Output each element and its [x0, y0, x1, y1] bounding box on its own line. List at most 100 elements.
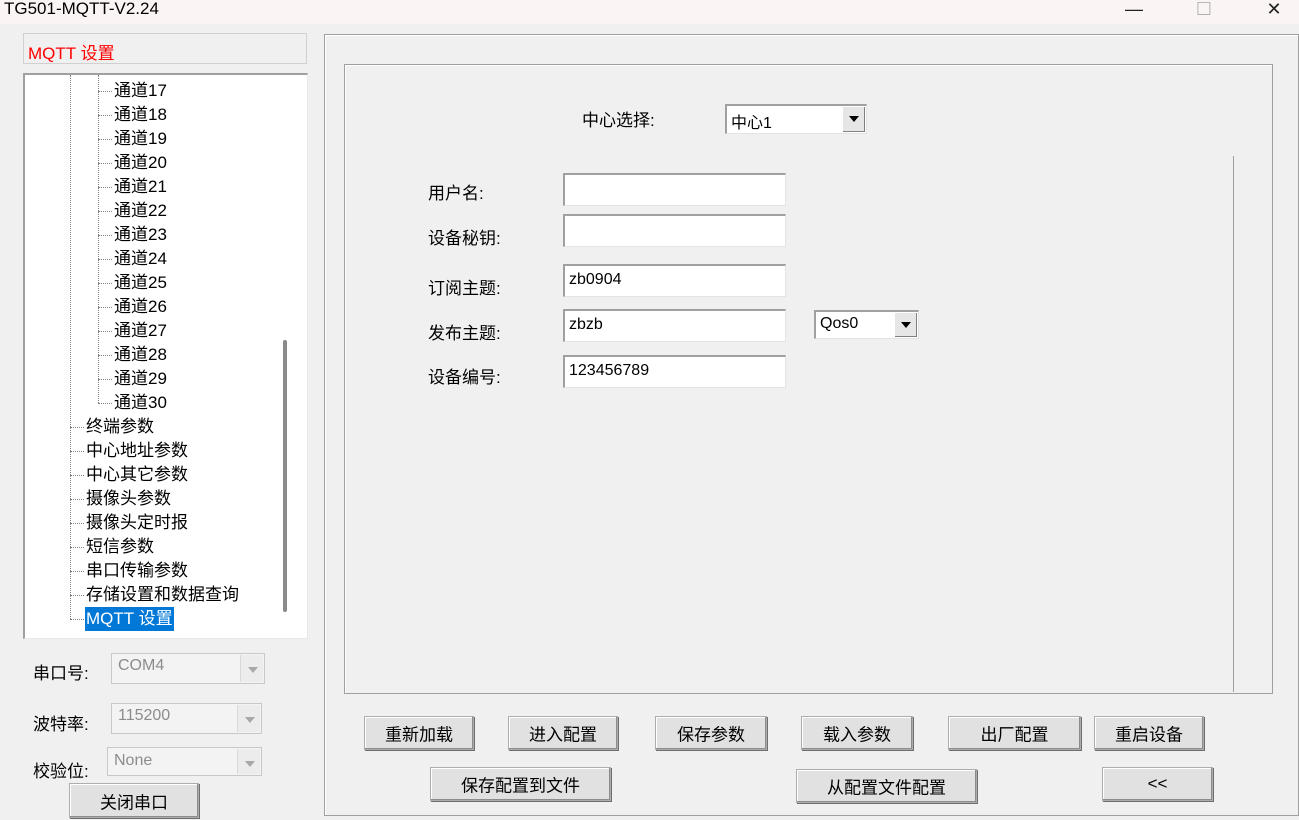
tree-item[interactable]: 摄像头参数 — [85, 487, 172, 511]
tree-connector — [98, 115, 112, 116]
tree-connector — [70, 427, 84, 428]
qos-select[interactable]: Qos0 — [814, 310, 919, 339]
factory-config-button[interactable]: 出厂配置 — [948, 716, 1081, 750]
publish-topic-input[interactable]: zbzb — [563, 309, 786, 342]
tree-connector — [70, 475, 84, 476]
tree-item[interactable]: 摄像头定时报 — [85, 511, 189, 535]
tree-item[interactable]: 串口传输参数 — [85, 559, 189, 583]
tree-item[interactable]: 通道30 — [113, 391, 168, 415]
close-button[interactable]: ✕ — [1251, 0, 1297, 22]
tree-item[interactable]: 通道23 — [113, 223, 168, 247]
chevron-down-icon — [842, 107, 865, 132]
parity-label: 校验位: — [33, 762, 89, 781]
title-bar: TG501-MQTT-V2.24 — ☐ ✕ — [0, 0, 1299, 24]
restart-device-button[interactable]: 重启设备 — [1094, 716, 1204, 750]
tree-connector — [70, 619, 84, 620]
tree-connector — [98, 307, 112, 308]
parity-select[interactable]: None — [107, 747, 262, 776]
reload-button[interactable]: 重新加载 — [364, 716, 474, 750]
close-serial-button-label: 关闭串口 — [100, 793, 168, 812]
collapse-panel-button[interactable]: << — [1102, 767, 1213, 801]
factory-config-button-label: 出厂配置 — [980, 725, 1049, 745]
tree-item[interactable]: 通道17 — [113, 79, 168, 103]
tree-connector — [98, 91, 112, 92]
serial-port-select[interactable]: COM4 — [111, 653, 265, 684]
baud-rate-label: 波特率: — [33, 715, 89, 734]
tree-item[interactable]: 通道29 — [113, 367, 168, 391]
username-input[interactable] — [563, 173, 786, 206]
device-key-input[interactable] — [563, 214, 786, 247]
device-id-label: 设备编号: — [428, 368, 501, 387]
chevron-down-icon — [894, 313, 917, 337]
collapse-panel-button-label: << — [1147, 774, 1168, 793]
tree-item[interactable]: 中心其它参数 — [85, 463, 189, 487]
serial-port-label: 串口号: — [33, 664, 89, 683]
tree-connector — [70, 547, 84, 548]
device-id-value: 123456789 — [569, 362, 650, 379]
tree-item[interactable]: 短信参数 — [85, 535, 155, 559]
tree-connector — [98, 139, 112, 140]
group-divider — [1233, 156, 1234, 692]
restart-device-button-label: 重启设备 — [1115, 725, 1183, 745]
tree-item[interactable]: 中心地址参数 — [85, 439, 189, 463]
tree-connector — [98, 259, 112, 260]
tree-connector — [98, 163, 112, 164]
load-params-button-label: 载入参数 — [823, 725, 891, 745]
publish-topic-value: zbzb — [569, 316, 603, 333]
tree-connector — [98, 355, 112, 356]
tree-connector — [98, 403, 112, 404]
window-title: TG501-MQTT-V2.24 — [4, 0, 159, 18]
tree-item[interactable]: 终端参数 — [85, 415, 155, 439]
chevron-down-icon — [237, 749, 260, 774]
tree-item[interactable]: 通道19 — [113, 127, 168, 151]
load-params-button[interactable]: 载入参数 — [801, 716, 913, 750]
center-select[interactable]: 中心1 — [725, 104, 867, 134]
qos-value: Qos0 — [820, 315, 859, 332]
enter-config-button[interactable]: 进入配置 — [508, 716, 618, 750]
serial-port-value: COM4 — [118, 657, 165, 674]
tree-connector — [70, 571, 84, 572]
tree-connector — [70, 595, 84, 596]
tree-item[interactable]: 通道21 — [113, 175, 168, 199]
username-label: 用户名: — [428, 184, 484, 203]
tree-item[interactable]: 通道27 — [113, 319, 168, 343]
tree-item[interactable]: 通道26 — [113, 295, 168, 319]
current-page-label: MQTT 设置 — [28, 44, 115, 63]
tree-connector — [98, 235, 112, 236]
subscribe-topic-label: 订阅主题: — [428, 279, 501, 298]
tree-item[interactable]: 通道20 — [113, 151, 168, 175]
tree-item[interactable]: MQTT 设置 — [85, 607, 174, 631]
tree-item[interactable]: 通道25 — [113, 271, 168, 295]
tree-item[interactable]: 通道22 — [113, 199, 168, 223]
save-params-button[interactable]: 保存参数 — [655, 716, 767, 750]
chevron-down-icon — [237, 705, 260, 732]
tree-item[interactable]: 通道18 — [113, 103, 168, 127]
subscribe-topic-value: zb0904 — [569, 271, 622, 288]
parity-value: None — [114, 752, 153, 769]
maximize-button[interactable]: ☐ — [1181, 0, 1227, 22]
tree-item[interactable]: 通道28 — [113, 343, 168, 367]
center-select-label: 中心选择: — [582, 111, 655, 130]
tree-item[interactable]: 存储设置和数据查询 — [85, 583, 240, 607]
minimize-button[interactable]: — — [1111, 0, 1157, 22]
baud-rate-select[interactable]: 115200 — [111, 703, 262, 734]
reload-button-label: 重新加载 — [385, 725, 453, 745]
tree-scrollbar[interactable] — [283, 340, 287, 612]
save-config-to-file-button[interactable]: 保存配置到文件 — [430, 767, 611, 801]
chevron-down-icon — [240, 655, 263, 682]
tree-guide-line — [98, 75, 99, 403]
tree-connector — [98, 211, 112, 212]
device-id-input[interactable]: 123456789 — [563, 355, 786, 388]
save-params-button-label: 保存参数 — [677, 725, 745, 745]
tree-connector — [98, 187, 112, 188]
tree-connector — [98, 379, 112, 380]
tree-item[interactable]: 通道24 — [113, 247, 168, 271]
baud-rate-value: 115200 — [118, 707, 171, 724]
config-from-file-button[interactable]: 从配置文件配置 — [796, 769, 977, 803]
settings-tree[interactable]: 通道17 通道18 通道19 通道20 通道21 通道22 通道23 通道24 通道25 通道26… — [23, 73, 308, 639]
tree-connector — [98, 283, 112, 284]
subscribe-topic-input[interactable]: zb0904 — [563, 264, 786, 297]
enter-config-button-label: 进入配置 — [529, 725, 597, 745]
tree-connector — [70, 523, 84, 524]
close-serial-button[interactable]: 关闭串口 — [69, 783, 199, 818]
